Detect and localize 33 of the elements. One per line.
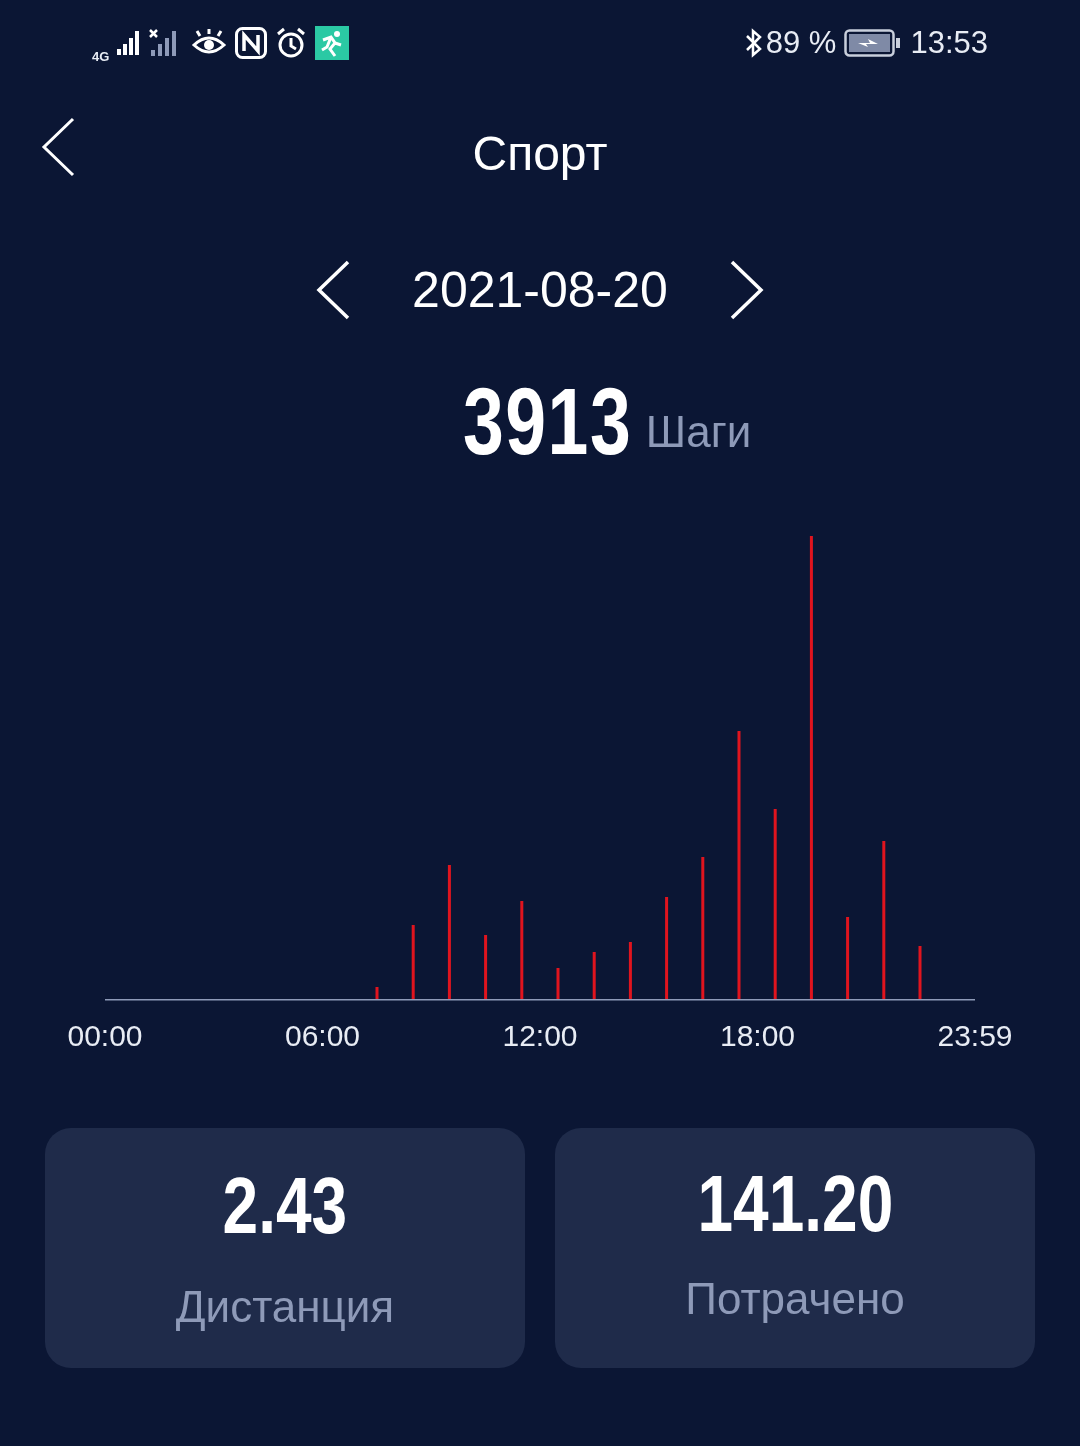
step-count: 3913 <box>462 375 632 469</box>
stat-value: 141.20 <box>697 1164 893 1244</box>
bluetooth-icon <box>743 27 764 59</box>
time-axis-label: 06:00 <box>283 1018 362 1054</box>
chart-bar <box>484 935 488 999</box>
next-day-button[interactable] <box>729 259 765 321</box>
battery-charging-icon <box>844 28 903 58</box>
network-label: 4G <box>92 49 110 63</box>
chevron-left-icon <box>315 259 351 321</box>
clock-time: 13:53 <box>910 23 988 62</box>
date-label: 2021-08-20 <box>411 260 669 320</box>
battery-percent: 89 % <box>765 23 837 62</box>
nfc-icon <box>235 27 268 59</box>
stat-value: 2.43 <box>222 1166 348 1246</box>
time-axis-label: 00:00 <box>66 1018 144 1054</box>
chevron-right-icon <box>729 259 765 321</box>
running-figure-icon <box>315 26 350 60</box>
stat-label: Дистанция <box>175 1281 395 1333</box>
chart-bar <box>556 968 560 999</box>
stat-label: Потрачено <box>685 1273 905 1325</box>
time-axis-label: 12:00 <box>501 1018 579 1054</box>
chart-bar <box>375 987 379 999</box>
alarm-icon <box>275 27 308 59</box>
time-axis-label: 18:00 <box>718 1018 797 1054</box>
chart-bar <box>628 942 632 999</box>
signal-icon <box>117 29 142 57</box>
page-title: Спорт <box>472 125 608 182</box>
chart-bar <box>592 952 596 999</box>
previous-day-button[interactable] <box>315 259 351 321</box>
time-axis-label: 23:59 <box>936 1018 1014 1054</box>
step-unit: Шаги <box>645 406 752 458</box>
chart-bar <box>918 946 922 999</box>
back-button[interactable] <box>40 116 76 178</box>
